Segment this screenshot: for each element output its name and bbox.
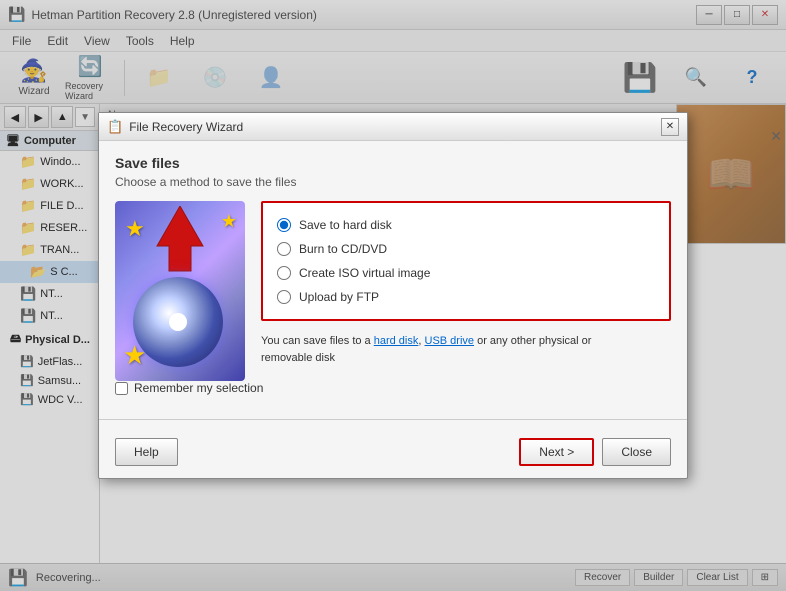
footer-left: Help <box>115 438 511 466</box>
usb-link[interactable]: USB drive <box>425 335 475 347</box>
dialog-heading: Save files <box>115 155 671 171</box>
close-button-dialog[interactable]: Close <box>602 438 671 466</box>
dialog-content-row: ★ ★ ★ <box>115 201 671 381</box>
dialog-close-button[interactable]: ✕ <box>661 118 679 136</box>
option-hdd-label: Save to hard disk <box>299 218 392 232</box>
dialog-footer: Help Next > Close <box>99 430 687 478</box>
help-button[interactable]: Help <box>115 438 178 466</box>
option-ftp[interactable]: Upload by FTP <box>277 285 655 309</box>
next-btn-group: Next > <box>519 438 594 466</box>
dialog-subtitle: Choose a method to save the files <box>115 175 671 189</box>
options-area: Save to hard disk Burn to CD/DVD Create … <box>261 201 671 381</box>
remember-row: Remember my selection <box>115 381 671 395</box>
option-hdd[interactable]: Save to hard disk <box>277 213 655 237</box>
save-options-box: Save to hard disk Burn to CD/DVD Create … <box>261 201 671 321</box>
cd-inner: ★ ★ ★ <box>115 201 245 381</box>
option-iso-label: Create ISO virtual image <box>299 266 430 280</box>
footer-buttons: Next > Close <box>519 438 671 466</box>
cd-image: ★ ★ ★ <box>115 201 245 381</box>
star-top-left: ★ <box>125 216 145 242</box>
option-ftp-label: Upload by FTP <box>299 290 379 304</box>
dialog-body: Save files Choose a method to save the f… <box>99 141 687 409</box>
info-text: You can save files to a hard disk, USB d… <box>261 333 601 366</box>
star-bottom-left: ★ <box>123 340 146 371</box>
dialog-divider <box>99 419 687 420</box>
star-top-right: ★ <box>221 211 237 232</box>
dialog-title-icon: 📋 <box>107 119 123 135</box>
radio-ftp[interactable] <box>277 290 291 304</box>
option-iso[interactable]: Create ISO virtual image <box>277 261 655 285</box>
dialog-titlebar: 📋 File Recovery Wizard ✕ <box>99 113 687 141</box>
radio-cd[interactable] <box>277 242 291 256</box>
option-cd-label: Burn to CD/DVD <box>299 242 387 256</box>
next-button[interactable]: Next > <box>519 438 594 466</box>
remember-label: Remember my selection <box>134 381 263 395</box>
cd-disc <box>133 277 223 367</box>
file-recovery-wizard-dialog: 📋 File Recovery Wizard ✕ Save files Choo… <box>98 112 688 479</box>
radio-iso[interactable] <box>277 266 291 280</box>
remember-checkbox[interactable] <box>115 382 128 395</box>
radio-hdd[interactable] <box>277 218 291 232</box>
dialog-title-left: 📋 File Recovery Wizard <box>107 119 243 135</box>
dialog-overlay: 📋 File Recovery Wizard ✕ Save files Choo… <box>0 0 786 591</box>
dialog-title-text: File Recovery Wizard <box>129 120 243 134</box>
option-cd[interactable]: Burn to CD/DVD <box>277 237 655 261</box>
hdd-link[interactable]: hard disk <box>374 335 419 347</box>
